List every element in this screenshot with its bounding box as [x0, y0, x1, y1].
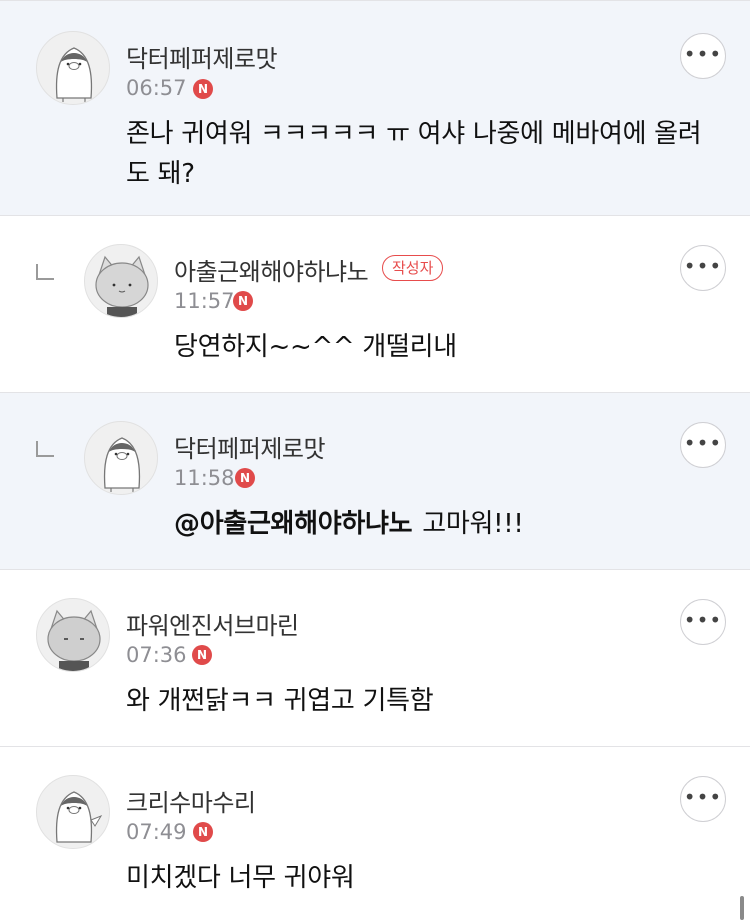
- comment-time: 07:49: [126, 820, 187, 844]
- new-badge: N: [235, 468, 255, 488]
- comment-text: 미치겠다 너무 귀야워: [126, 863, 355, 893]
- comment-nickname[interactable]: 닥터페퍼제로맛: [126, 39, 278, 74]
- comment-time: 06:57: [126, 76, 187, 100]
- comment-item: 파워엔진서브마린 07:36 N 와 개쩐닭ㅋㅋ 귀엽고 기특함 •••: [0, 570, 750, 747]
- comment-text-body: 고마워!!!: [422, 509, 524, 539]
- mention-link[interactable]: @아출근왜해야하냐노: [174, 509, 413, 539]
- comment-time: 11:58: [174, 466, 235, 490]
- scrollbar[interactable]: [740, 896, 744, 920]
- comment-text: @아출근왜해야하냐노 고마워!!!: [174, 504, 694, 544]
- comment-nickname[interactable]: 닥터페퍼제로맛: [174, 429, 326, 464]
- more-options-button[interactable]: •••: [680, 599, 726, 645]
- cat-avatar-icon[interactable]: [84, 244, 158, 318]
- comment-text: 존나 귀여워 ㅋㅋㅋㅋㅋ ㅠ 여샤 나중에 메바여에 올려도 돼?: [126, 119, 702, 189]
- comment-nickname[interactable]: 크리수마수리: [126, 783, 256, 818]
- new-badge: N: [233, 291, 253, 311]
- penguin-avatar-icon[interactable]: [36, 775, 110, 849]
- comment-nickname[interactable]: 아출근왜해야하냐노: [174, 252, 369, 287]
- writer-badge: 작성자: [382, 255, 444, 281]
- comment-text: 당연하지~~^^ 개떨리내: [174, 332, 457, 362]
- more-options-button[interactable]: •••: [680, 245, 726, 291]
- cat-avatar-icon[interactable]: [36, 598, 110, 672]
- comment-time: 07:36: [126, 643, 187, 667]
- comment-item: 크리수마수리 07:49 N 미치겠다 너무 귀야워 •••: [0, 747, 750, 920]
- comment-list: 닥터페퍼제로맛 06:57 N 존나 귀여워 ㅋㅋㅋㅋㅋ ㅠ 여샤 나중에 메바…: [0, 0, 750, 920]
- penguin-avatar-icon[interactable]: [84, 421, 158, 495]
- more-options-button[interactable]: •••: [680, 422, 726, 468]
- comment-item: 닥터페퍼제로맛 06:57 N 존나 귀여워 ㅋㅋㅋㅋㅋ ㅠ 여샤 나중에 메바…: [0, 0, 750, 216]
- more-options-button[interactable]: •••: [680, 33, 726, 79]
- new-badge: N: [193, 79, 213, 99]
- new-badge: N: [192, 645, 212, 665]
- comment-nickname[interactable]: 파워엔진서브마린: [126, 606, 299, 641]
- penguin-avatar-icon[interactable]: [36, 31, 110, 105]
- comment-time: 11:57: [174, 289, 235, 313]
- more-options-button[interactable]: •••: [680, 776, 726, 822]
- reply-arrow-icon: [36, 441, 54, 457]
- comment-text: 와 개쩐닭ㅋㅋ 귀엽고 기특함: [126, 686, 434, 716]
- reply-comment-item: 닥터페퍼제로맛 11:58 N @아출근왜해야하냐노 고마워!!! •••: [0, 393, 750, 570]
- new-badge: N: [193, 822, 213, 842]
- reply-arrow-icon: [36, 264, 54, 280]
- reply-comment-item: 아출근왜해야하냐노 작성자 11:57 N 당연하지~~^^ 개떨리내 •••: [0, 216, 750, 393]
